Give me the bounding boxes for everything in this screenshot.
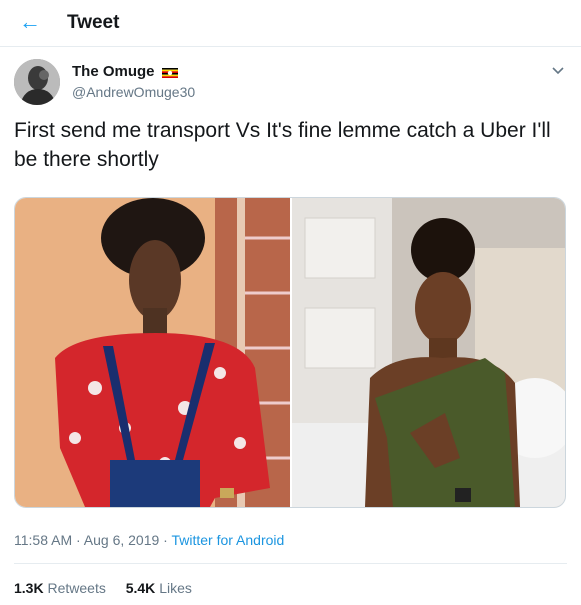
likes-label: Likes	[159, 580, 192, 596]
likes-stat[interactable]: 5.4K Likes	[126, 580, 192, 596]
retweets-stat[interactable]: 1.3K Retweets	[14, 580, 106, 596]
tweet-media[interactable]	[14, 197, 566, 508]
chevron-down-icon[interactable]	[550, 62, 566, 78]
author-handle[interactable]: @AndrewOmuge30	[72, 84, 195, 100]
tweet-meta: 11:58 AM · Aug 6, 2019 · Twitter for And…	[14, 532, 284, 548]
author-display-name[interactable]: The Omuge	[72, 63, 178, 80]
photo-left[interactable]	[15, 198, 290, 507]
uganda-flag-icon	[161, 65, 178, 79]
avatar[interactable]	[14, 59, 60, 105]
tweet-text: First send me transport Vs It's fine lem…	[14, 119, 551, 171]
author-name-text: The Omuge	[72, 63, 155, 80]
divider	[14, 563, 567, 564]
photo-right[interactable]	[292, 198, 565, 507]
top-bar: ← Tweet	[0, 0, 581, 47]
tweet-source-link[interactable]: Twitter for Android	[171, 532, 284, 548]
retweets-count: 1.3K	[14, 580, 44, 596]
retweets-label: Retweets	[47, 580, 106, 596]
tweet-stats: 1.3K Retweets 5.4K Likes	[14, 580, 208, 596]
back-arrow-icon[interactable]: ←	[19, 9, 41, 35]
likes-count: 5.4K	[125, 580, 156, 596]
page-title: Tweet	[67, 12, 120, 33]
tweet-timestamp[interactable]: 11:58 AM · Aug 6, 2019 ·	[14, 532, 171, 548]
